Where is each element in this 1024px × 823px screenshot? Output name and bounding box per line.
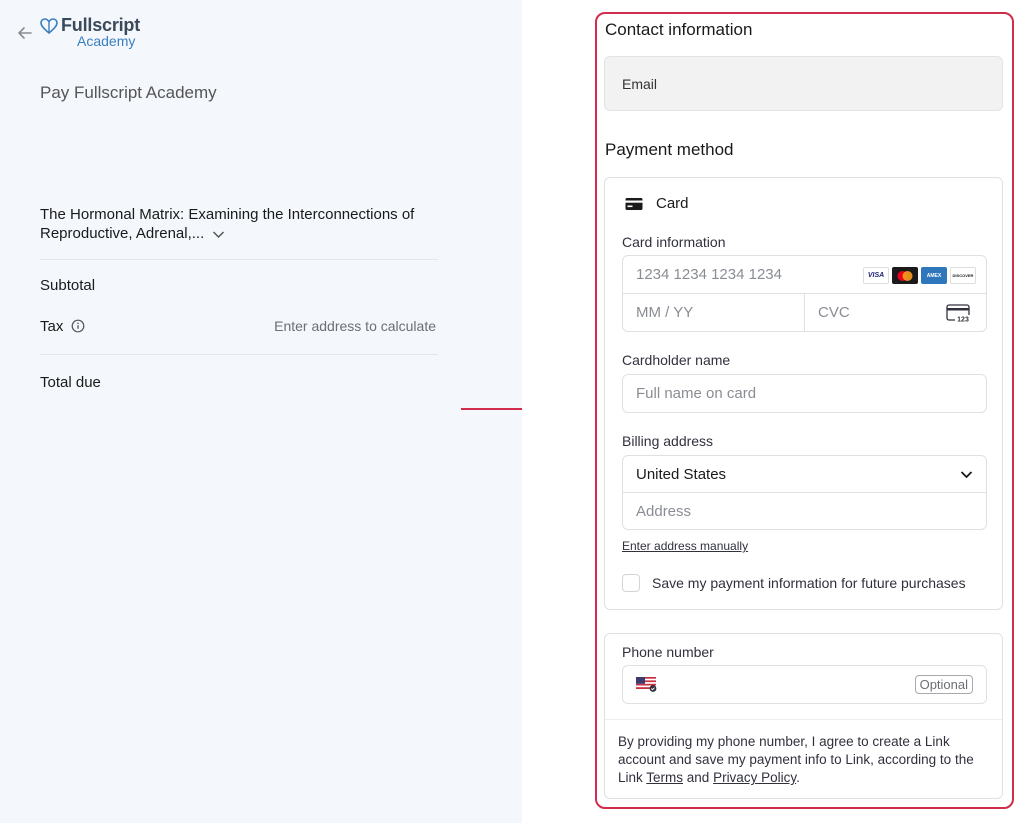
product-name: The Hormonal Matrix: Examining the Inter… [40,206,415,242]
annotation-highlight-box [595,12,1014,809]
subtotal-label: Subtotal [40,277,96,294]
chevron-down-icon[interactable] [212,229,225,239]
summary-divider [40,259,438,260]
tax-label: Tax [40,318,64,335]
tax-value: Enter address to calculate [274,318,436,334]
heart-leaf-icon [40,18,58,34]
logo-subtitle: Academy [77,33,136,49]
order-summary-pane: Fullscript Academy Pay Fullscript Academ… [0,0,522,823]
total-due-label: Total due [40,374,101,391]
fullscript-academy-logo[interactable]: Fullscript Academy [40,16,140,48]
tax-row: Tax [40,318,85,335]
summary-divider [40,354,438,355]
back-arrow-icon[interactable] [16,24,34,42]
info-icon[interactable] [71,319,85,333]
logo-wordmark: Fullscript [61,15,141,35]
product-line-item[interactable]: The Hormonal Matrix: Examining the Inter… [40,205,438,243]
page-title: Pay Fullscript Academy [40,83,217,102]
